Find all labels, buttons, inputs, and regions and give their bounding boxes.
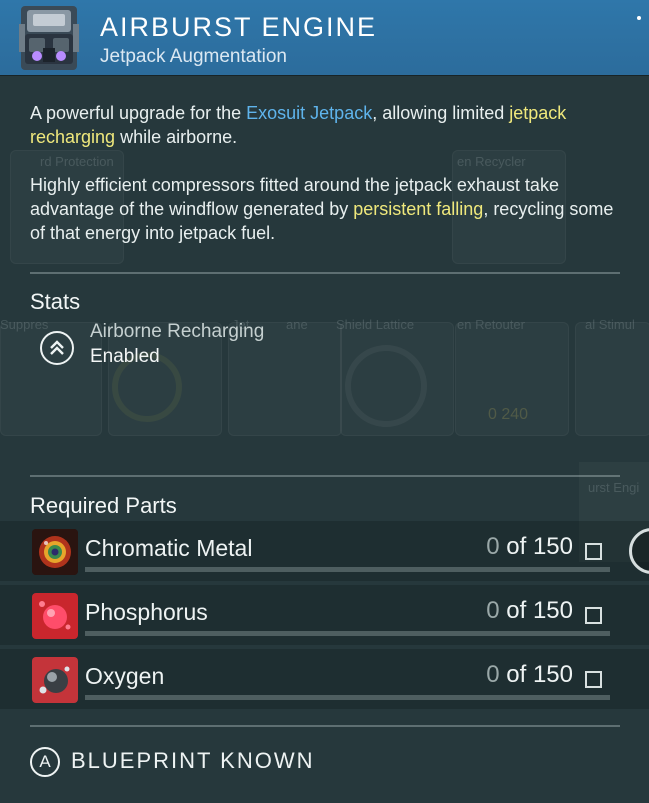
bg-tile — [575, 322, 649, 436]
part-have-count: 0 — [486, 533, 500, 560]
item-title: AIRBURST ENGINE — [100, 12, 378, 42]
item-subtitle: Jetpack Augmentation — [100, 46, 287, 67]
divider — [30, 272, 620, 274]
part-checkbox — [585, 607, 602, 624]
a-button-icon: A — [30, 747, 60, 777]
divider — [30, 475, 620, 477]
part-progress-bar — [85, 695, 610, 700]
bg-badge: 0 240 — [488, 406, 529, 423]
part-required-count: of 150 — [506, 661, 573, 688]
part-checkbox — [585, 543, 602, 560]
desc-text: A powerful upgrade for the — [30, 103, 247, 123]
required-part-row[interactable]: Chromatic Metal 0 of 150 — [0, 521, 649, 581]
description-paragraph-2: Highly efficient compressors fitted arou… — [30, 173, 615, 245]
oxygen-icon — [32, 657, 78, 703]
stat-name: Airborne Recharging — [90, 321, 265, 342]
part-required-count: of 150 — [506, 597, 573, 624]
part-quantity: 0 of 150 — [486, 597, 573, 625]
highlight-exosuit-jetpack: Exosuit Jetpack — [246, 103, 373, 123]
item-header: AIRBURST ENGINE Jetpack Augmentation — [0, 0, 649, 75]
required-parts-heading: Required Parts — [30, 493, 177, 518]
blueprint-known-label: BLUEPRINT KNOWN — [71, 748, 315, 773]
description-paragraph-1: A powerful upgrade for the Exosuit Jetpa… — [30, 101, 615, 149]
part-name: Phosphorus — [85, 599, 208, 625]
highlight-persistent-falling: persistent falling — [353, 199, 484, 219]
part-name: Chromatic Metal — [85, 535, 253, 561]
desc-text: while airborne. — [115, 127, 238, 147]
chromatic-metal-icon — [32, 529, 78, 575]
part-have-count: 0 — [486, 597, 500, 624]
jetpack-module-icon — [15, 4, 83, 72]
part-progress-bar — [85, 567, 610, 572]
required-part-row[interactable]: Oxygen 0 of 150 — [0, 649, 649, 709]
divider — [30, 725, 620, 727]
stat-value: Enabled — [90, 346, 160, 367]
bg-ring — [345, 345, 427, 427]
header-indicator-dot — [637, 16, 641, 20]
part-quantity: 0 of 150 — [486, 661, 573, 689]
required-part-row[interactable]: Phosphorus 0 of 150 — [0, 585, 649, 645]
phosphorus-icon — [32, 593, 78, 639]
double-chevron-up-icon — [40, 331, 74, 365]
stats-heading: Stats — [30, 289, 81, 314]
desc-text: , allowing limited — [372, 103, 510, 123]
part-name: Oxygen — [85, 663, 165, 689]
part-checkbox — [585, 671, 602, 688]
part-have-count: 0 — [486, 661, 500, 688]
part-quantity: 0 of 150 — [486, 533, 573, 561]
part-progress-bar — [85, 631, 610, 636]
part-required-count: of 150 — [506, 533, 573, 560]
